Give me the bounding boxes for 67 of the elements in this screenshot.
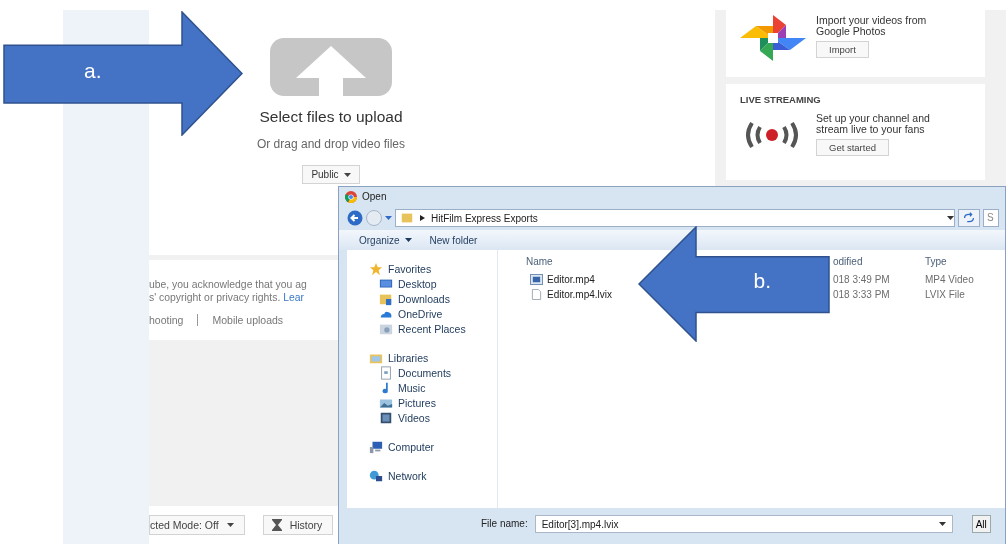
footer-link[interactable]: Mobile uploads: [212, 314, 284, 326]
address-bar[interactable]: HitFilm Express Exports: [395, 209, 955, 227]
chevron-icon: [420, 215, 425, 221]
import-button[interactable]: Import: [816, 41, 869, 58]
nav-item[interactable]: Desktop: [347, 276, 497, 291]
import-text: Import your videos from Google Photos: [816, 15, 928, 37]
nav-item[interactable]: Pictures: [347, 395, 497, 410]
new-folder-button[interactable]: New folder: [429, 234, 478, 246]
file-icon: [530, 289, 543, 300]
search-field[interactable]: S: [983, 209, 999, 227]
column-header[interactable]: odified: [833, 255, 863, 267]
nav-item[interactable]: Computer: [347, 439, 497, 454]
file-name[interactable]: Editor.mp4.lvix: [547, 289, 613, 300]
file-name-label: File name:: [481, 517, 528, 531]
browser-icon: [345, 190, 357, 203]
legal-text: ube, you acknowledge that you ag: [149, 278, 308, 291]
file-name[interactable]: Editor.mp4: [547, 274, 595, 285]
nav-item[interactable]: Network: [347, 468, 497, 483]
column-header[interactable]: Type: [925, 255, 947, 267]
upload-title: Select files to upload: [259, 108, 403, 126]
callout-label: b.: [753, 269, 771, 293]
back-icon[interactable]: [347, 210, 363, 226]
document-icon: [379, 365, 393, 380]
file-name-field[interactable]: Editor[3].mp4.lvix: [534, 515, 953, 533]
learn-more-link[interactable]: Lear: [283, 292, 305, 303]
file-date: 018 3:33 PM: [833, 289, 890, 300]
hourglass-icon: [271, 519, 282, 531]
network-icon: [369, 468, 383, 483]
file-type: LVIX File: [925, 289, 965, 300]
organize-menu[interactable]: Organize: [359, 234, 412, 246]
restricted-mode-dropdown[interactable]: cted Mode: Off: [149, 515, 245, 535]
caret-icon: [947, 216, 954, 220]
file-type-filter[interactable]: All: [971, 515, 991, 533]
computer-icon: [369, 439, 383, 454]
refresh-icon[interactable]: [958, 209, 980, 227]
privacy-dropdown[interactable]: Public: [302, 165, 360, 184]
caret-icon: [226, 523, 234, 527]
upload-subtitle: Or drag and drop video files: [256, 137, 406, 151]
nav-item[interactable]: Documents: [347, 365, 497, 380]
live-text: Set up your channel and stream live to your fans: [816, 113, 931, 135]
nav-item[interactable]: Libraries: [347, 350, 497, 365]
pinwheel-icon: [740, 15, 806, 61]
star-icon: [369, 261, 383, 276]
dialog-title: Open: [362, 191, 387, 202]
callout-label: a.: [84, 58, 102, 83]
nav-item[interactable]: Videos: [347, 410, 497, 425]
column-header[interactable]: Name: [526, 255, 553, 267]
caret-icon: [343, 172, 351, 177]
get-started-button[interactable]: Get started: [816, 139, 889, 156]
video-file-icon: [530, 274, 543, 285]
nav-item[interactable]: Music: [347, 380, 497, 395]
legal-text: s' copyright or privacy rights.: [149, 292, 281, 303]
caret-icon: [938, 522, 946, 526]
folder-icon: [400, 211, 414, 225]
history-button[interactable]: History: [262, 515, 334, 535]
film-icon: [379, 410, 393, 425]
file-date: 018 3:49 PM: [833, 274, 890, 285]
history-caret-icon[interactable]: [385, 216, 392, 220]
file-type: MP4 Video: [925, 274, 974, 285]
caret-icon: [404, 238, 412, 242]
nav-item[interactable]: Downloads: [347, 291, 497, 306]
nav-item[interactable]: Recent Places: [347, 321, 497, 336]
footer-link[interactable]: hooting: [149, 314, 184, 326]
nav-item[interactable]: OneDrive: [347, 306, 497, 321]
folder-path: HitFilm Express Exports: [431, 212, 539, 224]
nav-item[interactable]: Favorites: [347, 261, 497, 276]
card-heading: LIVE STREAMING: [740, 94, 822, 105]
